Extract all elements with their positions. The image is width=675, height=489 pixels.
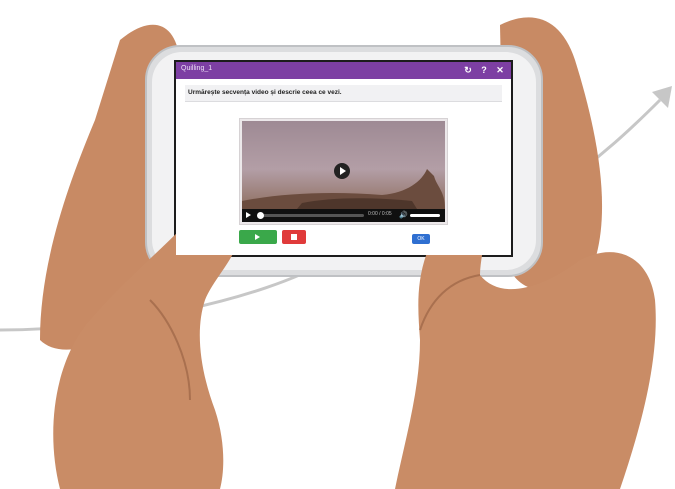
app-titlebar: Quilling_1 ↻ ? ✕ — [176, 62, 511, 79]
volume-slider[interactable] — [410, 214, 440, 217]
close-icon[interactable]: ✕ — [495, 65, 505, 75]
phone-screen: Quilling_1 ↻ ? ✕ Urmărește secvența vide… — [176, 62, 511, 255]
time-readout: 0:00 / 0:05 — [368, 211, 392, 217]
question-text: Urmărește secvența video și descrie ceea… — [188, 89, 342, 96]
ok-button[interactable]: OK — [412, 234, 430, 244]
stop-button[interactable] — [282, 230, 306, 244]
seek-bar[interactable] — [257, 212, 364, 219]
volume-icon[interactable]: 🔊 — [399, 211, 408, 220]
photo-scene: Quilling_1 ↻ ? ✕ Urmărește secvența vide… — [0, 0, 675, 489]
video-player: 0:00 / 0:05 🔊 — [239, 118, 448, 225]
play-overlay-button[interactable] — [334, 163, 350, 179]
video-controls: 0:00 / 0:05 🔊 — [242, 209, 445, 222]
play-icon[interactable] — [246, 212, 251, 218]
help-icon[interactable]: ? — [479, 65, 489, 75]
app-title: Quilling_1 — [181, 65, 213, 72]
question-box: Urmărește secvența video și descrie ceea… — [185, 85, 502, 102]
play-button[interactable] — [239, 230, 277, 244]
settings-icon[interactable]: ↻ — [463, 65, 473, 75]
seek-handle[interactable] — [257, 212, 264, 219]
video-display[interactable] — [242, 121, 445, 209]
